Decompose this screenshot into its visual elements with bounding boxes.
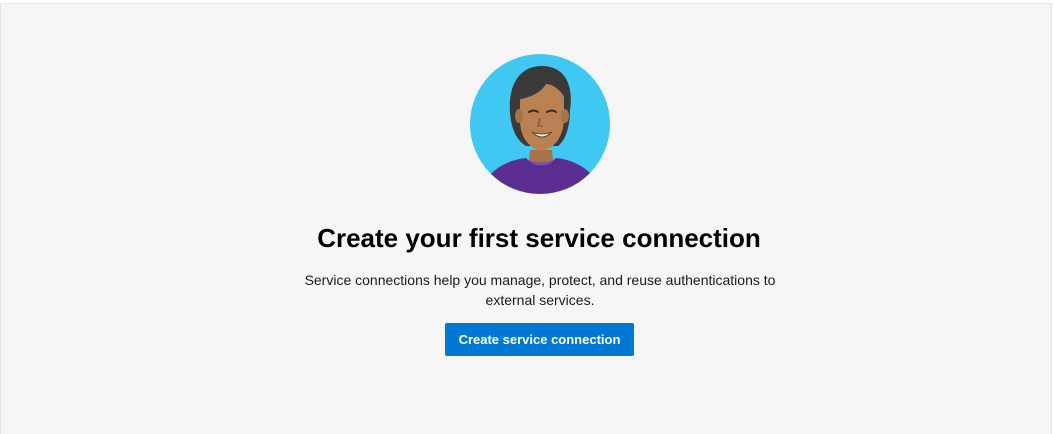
- empty-state-panel: Create your first service connection Ser…: [0, 3, 1052, 434]
- empty-state-description: Service connections help you manage, pro…: [304, 272, 776, 308]
- create-service-connection-button[interactable]: Create service connection: [445, 323, 634, 356]
- empty-state-title: Create your first service connection: [317, 223, 761, 253]
- person-avatar-illustration: [470, 54, 610, 194]
